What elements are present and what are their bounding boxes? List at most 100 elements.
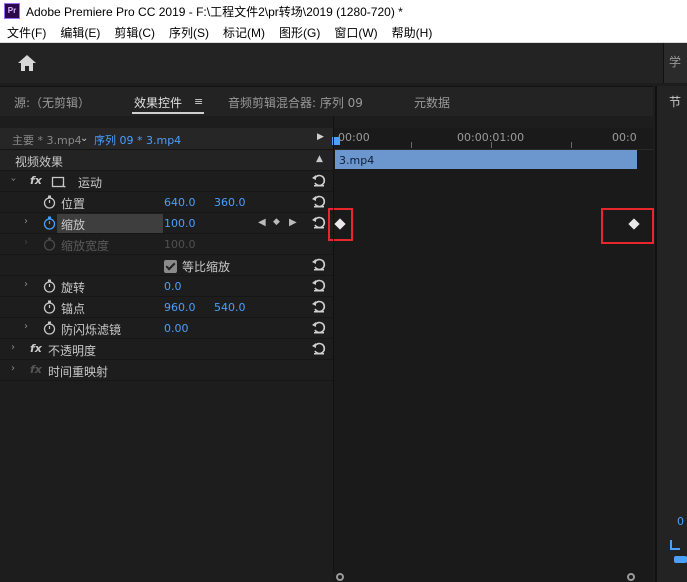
reset-icon[interactable] — [311, 298, 327, 314]
ruler-tick — [571, 142, 572, 148]
ruler-tick — [491, 142, 492, 148]
time-remap-effect-row: › fx 时间重映射 — [0, 360, 333, 381]
chevron-right-icon: › — [24, 237, 28, 248]
reset-icon[interactable] — [311, 340, 327, 356]
chevron-right-icon[interactable]: › — [24, 216, 28, 227]
window-title: Adobe Premiere Pro CC 2019 - F:\工程文件2\pr… — [26, 4, 403, 19]
rotation-row: › 旋转 0.0 — [0, 276, 333, 297]
reset-icon[interactable] — [311, 214, 327, 230]
add-keyframe-icon[interactable]: ◆ — [273, 217, 280, 227]
panel-divider[interactable] — [333, 116, 334, 582]
motion-label: 运动 — [78, 176, 103, 190]
stopwatch-icon[interactable] — [43, 321, 56, 335]
menu-graphics[interactable]: 图形(G) — [272, 24, 327, 41]
play-icon[interactable]: ▶ — [317, 132, 324, 142]
reset-icon[interactable] — [311, 277, 327, 293]
menu-marker[interactable]: 标记(M) — [216, 24, 272, 41]
chevron-right-icon[interactable]: › — [24, 321, 28, 332]
menu-window[interactable]: 窗口(W) — [327, 24, 384, 41]
anti-flicker-row: › 防闪烁滤镜 0.00 — [0, 318, 333, 339]
right-panel-value: 0 — [677, 515, 684, 528]
panel-tabs: 源:（无剪辑） 效果控件 ≡ 音频剪辑混合器: 序列 09 元数据 — [0, 86, 653, 116]
right-panel-scroll-icon[interactable] — [670, 540, 680, 550]
anti-flicker-value[interactable]: 0.00 — [164, 322, 189, 335]
transform-icon[interactable] — [51, 176, 67, 188]
motion-effect-row: › fx 运动 — [0, 171, 333, 192]
sequence-clip-label[interactable]: 序列 09 * 3.mp4 — [94, 132, 181, 148]
scale-width-value: 100.0 — [164, 238, 196, 251]
video-effects-header: 视频效果 ▲ — [0, 150, 333, 171]
timecode-start: 00:00 — [338, 131, 370, 144]
active-tab-indicator — [132, 112, 204, 114]
reset-icon[interactable] — [311, 193, 327, 209]
timeline-ruler[interactable]: 00:00 00:00:01:00 00:0 — [333, 128, 653, 150]
tab-audio-clip-mixer[interactable]: 音频剪辑混合器: 序列 09 — [228, 94, 363, 111]
chevron-right-icon[interactable]: › — [11, 363, 15, 374]
title-bar: Pr Adobe Premiere Pro CC 2019 - F:\工程文件2… — [0, 0, 687, 22]
timecode-end: 00:0 — [612, 131, 637, 144]
prev-keyframe-icon[interactable]: ◀ — [258, 217, 266, 228]
menu-file[interactable]: 文件(F) — [0, 24, 53, 41]
home-icon[interactable] — [17, 54, 37, 72]
ruler-tick — [411, 142, 412, 148]
scale-row: › 缩放 100.0 ◀ ◆ ▶ — [0, 213, 333, 234]
chevron-right-icon[interactable]: › — [11, 342, 15, 353]
chevron-right-icon[interactable]: › — [24, 279, 28, 290]
position-y-value[interactable]: 360.0 — [214, 196, 246, 209]
scale-label: 缩放 — [61, 218, 86, 232]
reset-icon[interactable] — [311, 256, 327, 272]
opacity-effect-row: › fx 不透明度 — [0, 339, 333, 360]
scrollbar-right-handle[interactable] — [627, 573, 635, 581]
fx-icon: fx — [30, 363, 42, 376]
anchor-label: 锚点 — [61, 302, 86, 316]
rotation-value[interactable]: 0.0 — [164, 280, 182, 293]
keyframe-highlight-box — [601, 208, 654, 244]
clip-name: 3.mp4 — [339, 154, 375, 167]
stopwatch-icon — [43, 237, 56, 251]
position-x-value[interactable]: 640.0 — [164, 196, 196, 209]
menu-bar: 文件(F) 编辑(E) 剪辑(C) 序列(S) 标记(M) 图形(G) 窗口(W… — [0, 22, 687, 43]
uniform-scale-label: 等比缩放 — [182, 260, 231, 274]
anchor-x-value[interactable]: 960.0 — [164, 301, 196, 314]
opacity-label: 不透明度 — [48, 344, 97, 358]
stopwatch-icon[interactable] — [43, 300, 56, 314]
menu-help[interactable]: 帮助(H) — [385, 24, 440, 41]
menu-edit[interactable]: 编辑(E) — [53, 24, 107, 41]
time-remap-label: 时间重映射 — [48, 365, 109, 379]
master-clip-label[interactable]: 主要 * 3.mp4 — [12, 132, 82, 148]
panel-menu-icon[interactable]: ≡ — [194, 95, 203, 108]
chevron-expanded-icon[interactable]: › — [8, 178, 19, 182]
next-keyframe-icon[interactable]: ▶ — [289, 217, 297, 228]
scrollbar-left-handle[interactable] — [336, 573, 344, 581]
stopwatch-icon[interactable] — [43, 195, 56, 209]
tab-source[interactable]: 源:（无剪辑） — [14, 94, 90, 111]
menu-sequence[interactable]: 序列(S) — [162, 24, 216, 41]
position-row: 位置 640.0 360.0 — [0, 192, 333, 213]
collapse-up-icon[interactable]: ▲ — [316, 154, 323, 164]
stopwatch-icon[interactable] — [43, 279, 56, 293]
right-panel-tab[interactable]: 节 — [669, 93, 681, 110]
right-panel-slider[interactable] — [674, 556, 687, 563]
scale-width-row: › 缩放宽度 100.0 — [0, 234, 333, 255]
workspace-tab-learn[interactable]: 学 — [669, 53, 681, 70]
reset-icon[interactable] — [311, 172, 327, 188]
menu-clip[interactable]: 剪辑(C) — [107, 24, 162, 41]
tab-metadata[interactable]: 元数据 — [414, 94, 450, 111]
stopwatch-active-icon[interactable] — [43, 216, 56, 230]
effect-controls-timeline — [333, 128, 653, 582]
timeline-zoom-scrollbar[interactable] — [333, 572, 653, 582]
header-toolbar — [0, 43, 687, 83]
anchor-row: 锚点 960.0 540.0 — [0, 297, 333, 318]
tab-effect-controls[interactable]: 效果控件 — [134, 94, 182, 111]
chevron-down-icon[interactable]: ⌄ — [80, 133, 88, 144]
premiere-logo-icon: Pr — [4, 3, 20, 19]
scale-value[interactable]: 100.0 — [164, 217, 196, 230]
anchor-y-value[interactable]: 540.0 — [214, 301, 246, 314]
clip-source-row: 主要 * 3.mp4 ⌄ 序列 09 * 3.mp4 ▶ — [0, 128, 333, 150]
clip-bar[interactable] — [335, 150, 637, 169]
fx-icon[interactable]: fx — [30, 174, 42, 187]
video-effects-label: 视频效果 — [15, 155, 64, 169]
uniform-scale-checkbox[interactable] — [164, 260, 177, 273]
fx-icon[interactable]: fx — [30, 342, 42, 355]
reset-icon[interactable] — [311, 319, 327, 335]
